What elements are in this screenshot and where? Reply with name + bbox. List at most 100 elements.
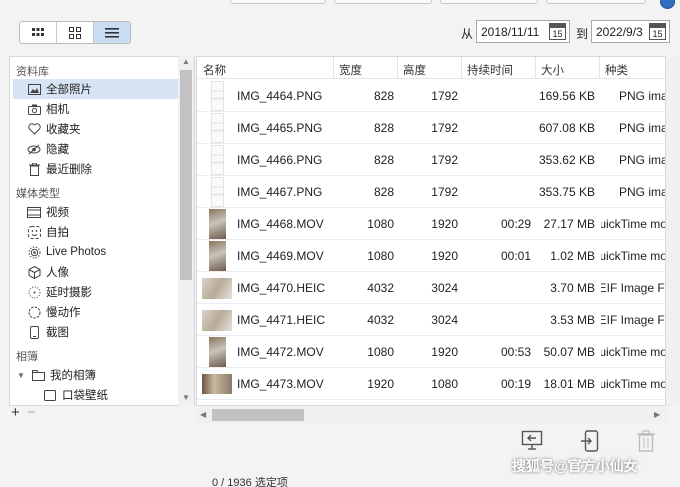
cell-kind: HEIF Image File Format	[601, 281, 665, 295]
sidebar-item-label: 收藏夹	[46, 124, 81, 136]
sidebar-item-all-photos[interactable]: 全部照片	[13, 79, 179, 99]
cell-name: IMG_4469.MOV	[237, 249, 324, 263]
column-header-duration[interactable]: 持续时间	[467, 62, 513, 78]
sidebar-item-my-albums[interactable]: ▼ 我的相簿	[13, 365, 179, 385]
sidebar-item-selfies[interactable]: 自拍	[13, 222, 179, 242]
phone-icon	[27, 325, 41, 339]
table-row[interactable]: IMG_4466.PNG 828 1792 353.62 KB PNG image	[197, 144, 665, 176]
cell-name: IMG_4466.PNG	[237, 153, 323, 167]
cell-name: IMG_4473.MOV	[237, 377, 324, 391]
eye-slash-icon	[27, 142, 41, 156]
cell-kind-text: QuickTime movie	[601, 217, 666, 231]
cell-height: 1920	[431, 345, 458, 359]
sidebar-item-label: 最近删除	[46, 164, 92, 176]
toolbar-button-partial[interactable]	[546, 0, 646, 4]
sidebar-item-camera[interactable]: 相机	[13, 99, 179, 119]
sidebar-item-label: Live Photos	[46, 246, 107, 258]
import-to-device-button[interactable]	[580, 430, 602, 452]
toolbar-button-partial[interactable]	[230, 0, 326, 4]
scroll-left-icon[interactable]: ◀	[200, 410, 206, 419]
sidebar-item-label: 隐藏	[46, 144, 69, 156]
sidebar-item-timelapse[interactable]: 延时摄影	[13, 282, 179, 302]
cell-width: 4032	[367, 313, 394, 327]
view-large-grid-button[interactable]	[20, 22, 57, 43]
cell-width: 828	[373, 89, 394, 103]
cell-size: 353.75 KB	[538, 185, 595, 199]
table-row[interactable]: IMG_4470.HEIC 4032 3024 3.70 MB HEIF Image F…	[197, 272, 665, 304]
heart-icon	[27, 122, 41, 136]
date-to-field[interactable]: 2022/9/3 15	[591, 20, 670, 43]
thumbnail-image	[209, 209, 226, 239]
sidebar-item-label: 口袋壁纸	[62, 390, 108, 402]
table-row[interactable]: IMG_4467.PNG 828 1792 353.75 KB PNG image	[197, 176, 665, 208]
thumbnail-image	[211, 113, 224, 143]
sidebar-item-slow-motion[interactable]: 慢动作	[13, 302, 179, 322]
sidebar-scroll-thumb[interactable]	[180, 70, 192, 280]
toolbar-button-partial[interactable]	[334, 0, 432, 4]
cell-size: 607.08 KB	[538, 121, 595, 135]
scroll-up-icon[interactable]: ▲	[182, 57, 190, 66]
sidebar-scrollbar[interactable]: ▲ ▼	[178, 56, 194, 406]
expand-triangle-icon[interactable]: ▼	[17, 371, 27, 380]
sidebar-item-hidden[interactable]: 隐藏	[13, 139, 179, 159]
small-grid-icon	[69, 26, 81, 39]
cell-height: 1920	[431, 249, 458, 263]
sidebar-item-live-photos[interactable]: Live Photos	[13, 242, 179, 262]
cell-kind: QuickTime movie	[601, 377, 666, 391]
slowmo-icon	[27, 305, 41, 319]
column-header-kind[interactable]: 种类	[605, 62, 628, 78]
date-from-field[interactable]: 2018/11/11 15	[476, 20, 570, 43]
list-scroll-thumb[interactable]	[212, 409, 304, 421]
table-row[interactable]: IMG_4464.PNG 828 1792 169.56 KB PNG image	[197, 80, 665, 112]
info-icon[interactable]	[660, 0, 675, 9]
export-to-pc-button[interactable]	[521, 430, 543, 452]
cell-kind-text: QuickTime movie	[601, 345, 666, 359]
column-header-name[interactable]: 名称	[203, 62, 226, 78]
cell-size: 169.56 KB	[538, 89, 595, 103]
remove-icon[interactable]: −	[27, 404, 36, 421]
view-small-grid-button[interactable]	[57, 22, 94, 43]
list-vertical-scrollbar[interactable]	[666, 56, 680, 406]
table-row[interactable]: IMG_4468.MOV 1080 1920 00:29 27.17 MB QuickTi…	[197, 208, 666, 240]
add-icon[interactable]: +	[11, 404, 20, 421]
table-row[interactable]: IMG_4469.MOV 1080 1920 00:01 1.02 MB QuickTim…	[197, 240, 665, 272]
column-header-width[interactable]: 宽度	[339, 62, 362, 78]
cell-kind-text: QuickTime movie	[601, 377, 666, 391]
sidebar-item-screenshots[interactable]: 截图	[13, 322, 179, 342]
table-row[interactable]: IMG_4472.MOV 1080 1920 00:53 50.07 MB QuickTi…	[197, 336, 666, 368]
table-row[interactable]: IMG_4471.HEIC 4032 3024 3.53 MB HEIF Image F…	[197, 304, 665, 336]
view-list-button[interactable]	[94, 22, 130, 43]
table-row[interactable]: IMG_4465.PNG 828 1792 607.08 KB PNG image	[197, 112, 665, 144]
timelapse-icon	[27, 285, 41, 299]
cell-duration: 00:01	[500, 249, 531, 263]
sidebar-item-recently-deleted[interactable]: 最近删除	[13, 159, 179, 179]
list-horizontal-scrollbar[interactable]: ◀ ▶	[196, 407, 666, 423]
scroll-down-icon[interactable]: ▼	[182, 393, 190, 402]
sidebar-item-portrait[interactable]: 人像	[13, 262, 179, 282]
delete-button[interactable]	[636, 430, 658, 452]
cell-duration: 00:29	[500, 217, 531, 231]
toolbar-button-partial[interactable]	[440, 0, 538, 4]
sidebar-item-pocket-wallpaper[interactable]: 口袋壁纸	[13, 385, 179, 405]
cube-icon	[27, 265, 41, 279]
cell-kind: PNG image	[601, 185, 665, 199]
cell-width: 4032	[367, 281, 394, 295]
calendar-icon[interactable]: 15	[649, 23, 666, 40]
cell-width: 828	[373, 185, 394, 199]
sidebar-item-videos[interactable]: 视频	[13, 202, 179, 222]
scroll-right-icon[interactable]: ▶	[654, 410, 660, 419]
calendar-icon[interactable]: 15	[549, 23, 566, 40]
trash-icon	[27, 162, 41, 176]
selfie-icon	[27, 225, 41, 239]
column-header-size[interactable]: 大小	[541, 62, 564, 78]
cell-kind-text: PNG image	[619, 121, 665, 135]
cell-height: 1080	[431, 377, 458, 391]
sidebar-item-label: 截图	[46, 327, 69, 339]
sidebar-item-favorites[interactable]: 收藏夹	[13, 119, 179, 139]
column-header-height[interactable]: 高度	[403, 62, 426, 78]
cell-name: IMG_4468.MOV	[237, 217, 324, 231]
table-row[interactable]: IMG_4473.MOV 1920 1080 00:19 18.01 MB QuickTi…	[197, 368, 666, 400]
date-to-label: 到	[576, 27, 589, 41]
cell-height: 1792	[431, 185, 458, 199]
sidebar-header-media-types: 媒体类型	[16, 188, 60, 200]
